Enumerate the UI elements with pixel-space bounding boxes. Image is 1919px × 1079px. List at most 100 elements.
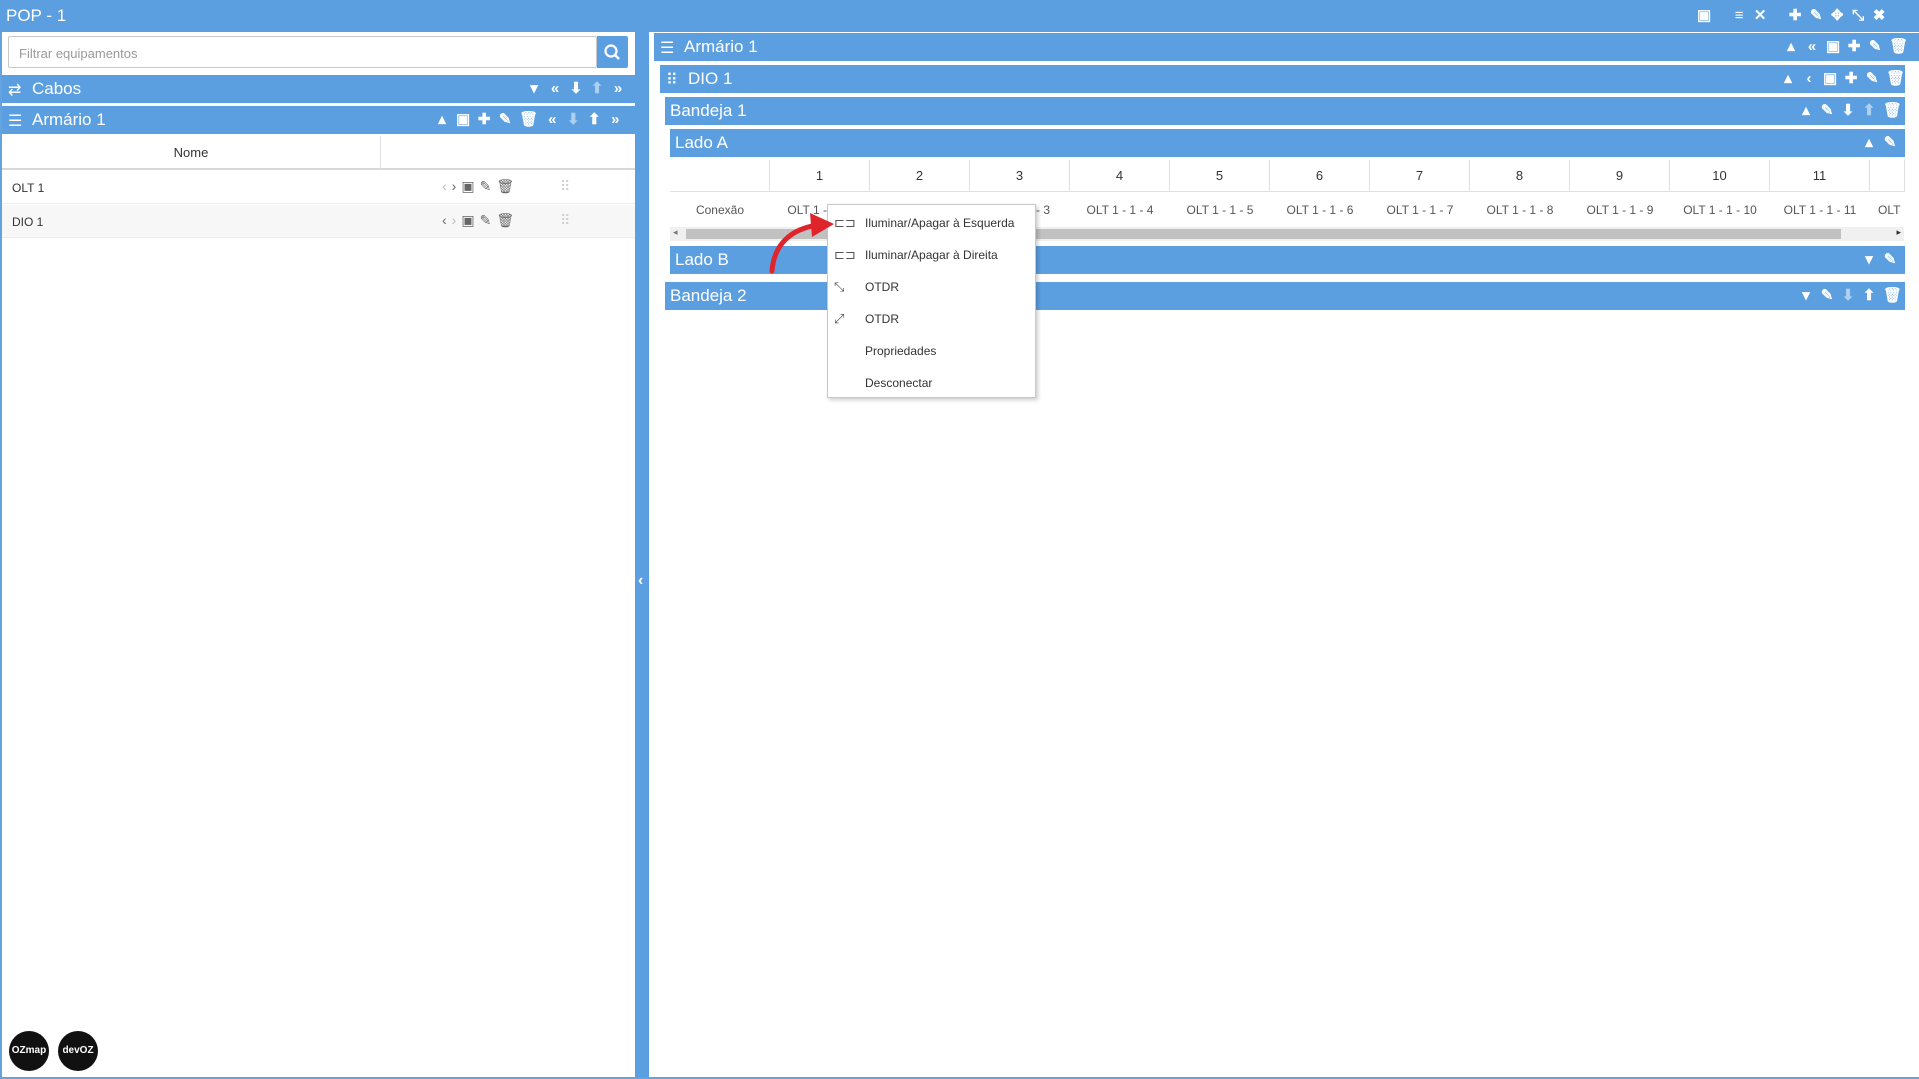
down-icon[interactable]: ⬇ [1841,288,1855,304]
edit-icon[interactable]: ✎ [480,178,492,195]
collapse-left-icon[interactable]: ‹ [638,572,643,590]
lado-a-bar[interactable]: Lado A ▴ ✎ [670,129,1905,157]
table-row[interactable]: OLT 1 ‹ › ▣ ✎ 🗑 ⠿ [2,171,635,204]
column-header: 11 [1770,160,1870,192]
drag-handle-icon[interactable]: ⠿ [560,178,570,195]
search-input[interactable] [17,38,581,68]
prev-icon[interactable]: ‹ [442,212,447,229]
table-header: Nome [2,136,635,170]
image-icon[interactable]: ▣ [461,212,474,229]
collapse-up-icon[interactable]: ▴ [435,112,449,128]
grid-cell[interactable]: OLT 1 - 1 - 8 [1470,196,1570,224]
first-icon[interactable]: « [545,112,559,128]
down-icon[interactable]: ⬇ [566,112,580,128]
prev-icon[interactable]: ‹ [1802,71,1816,87]
edit-icon[interactable]: ✎ [480,212,492,229]
expand-down-icon[interactable]: ▾ [1799,288,1813,304]
add-icon[interactable]: ✚ [1788,8,1802,24]
armario-bar-left[interactable]: ☰ Armário 1 ▴ ▣ ✚ ✎ 🗑 « ⬇ ⬆ » [2,106,635,134]
menu-item-propriedades[interactable]: Propriedades [828,336,1035,366]
close-window-icon[interactable]: ✖ [1872,8,1886,24]
prev-icon[interactable]: ‹ [442,178,447,195]
grid-cell-partial[interactable]: OLT [1870,196,1905,224]
grid-cell[interactable]: OLT 1 - 1 - 7 [1370,196,1470,224]
collapse-up-icon[interactable]: ▴ [1781,71,1795,87]
dropdown-icon[interactable]: ▾ [527,81,541,97]
last-icon[interactable]: » [611,81,625,97]
edit-icon[interactable]: ✎ [1883,135,1897,151]
add-icon[interactable]: ✚ [477,112,491,128]
scroll-right-icon[interactable]: ▸ [1896,227,1901,238]
add-icon[interactable]: ✚ [1844,71,1858,87]
trash-icon[interactable]: 🗑 [1883,103,1902,119]
window-titlebar: POP - 1 ▣ ≡ ✕ ✚ ✎ ✥ ⤡ ✖ [0,0,1919,32]
grid-icon: ⠿ [666,72,678,89]
edit-icon[interactable]: ✎ [1883,252,1897,268]
grid-cell[interactable]: OLT 1 - 1 - 11 [1770,196,1870,224]
next-icon[interactable]: › [452,178,457,195]
collapse-up-icon[interactable]: ▴ [1862,135,1876,151]
up-icon[interactable]: ⬆ [1862,288,1876,304]
next-icon[interactable]: › [452,212,457,229]
edit-icon[interactable]: ✎ [1868,39,1882,55]
first-icon[interactable]: « [548,81,562,97]
list-icon[interactable]: ≡ [1732,8,1746,24]
trash-icon[interactable]: 🗑 [1883,288,1902,304]
image-icon[interactable]: ▣ [456,112,470,128]
trash-icon[interactable]: 🗑 [1889,39,1908,55]
image-icon[interactable]: ▣ [1697,8,1711,24]
trash-icon[interactable]: 🗑 [496,178,514,195]
image-icon[interactable]: ▣ [1826,39,1840,55]
down-icon[interactable]: ⬇ [1841,103,1855,119]
trash-icon[interactable]: 🗑 [496,212,514,229]
down-icon[interactable]: ⬇ [569,81,583,97]
edit-icon[interactable]: ✎ [1820,103,1834,119]
column-header: 1 [770,160,870,192]
grid-cell[interactable]: OLT 1 - 1 - 6 [1270,196,1370,224]
scroll-left-icon[interactable]: ◂ [673,227,678,238]
grid-cell[interactable]: OLT 1 - 1 - 10 [1670,196,1770,224]
first-icon[interactable]: « [1805,39,1819,55]
dio-bar[interactable]: ⠿ DIO 1 ▴ ‹ ▣ ✚ ✎ 🗑 [660,65,1905,93]
image-icon[interactable]: ▣ [1823,71,1837,87]
close-icon[interactable]: ✕ [1753,8,1767,24]
panel-divider[interactable]: ‹ [635,32,649,1077]
grid-cell[interactable]: - 3 [1036,196,1070,224]
up-icon[interactable]: ⬆ [1862,103,1876,119]
menu-item-otdr[interactable]: ⤡ OTDR [828,272,1035,302]
image-icon[interactable]: ▣ [461,178,474,195]
add-icon[interactable]: ✚ [1847,39,1861,55]
table-row[interactable]: DIO 1 ‹ › ▣ ✎ 🗑 ⠿ [2,205,635,238]
menu-item-label: Desconectar [865,376,933,390]
armario-bar-right[interactable]: ☰ Armário 1 ▴ « ▣ ✚ ✎ 🗑 [654,33,1919,61]
collapse-up-icon[interactable]: ▴ [1799,103,1813,119]
grid-cell[interactable]: OLT 1 - 1 - 9 [1570,196,1670,224]
edit-icon[interactable]: ✎ [498,112,512,128]
collapse-up-icon[interactable]: ▴ [1784,39,1798,55]
column-header: 10 [1670,160,1770,192]
up-icon[interactable]: ⬆ [590,81,604,97]
edit-icon[interactable]: ✎ [1865,71,1879,87]
last-icon[interactable]: » [608,112,622,128]
cabos-bar[interactable]: ⇄ Cabos ▾ « ⬇ ⬆ » [2,75,635,103]
move-icon[interactable]: ✥ [1830,8,1844,24]
annotation-arrow-icon [769,213,834,274]
trash-icon[interactable]: 🗑 [519,112,538,128]
menu-item-light-right[interactable]: ⊏⊐ Iluminar/Apagar à Direita [828,240,1035,270]
drag-handle-icon[interactable]: ⠿ [560,212,570,229]
bandeja1-bar[interactable]: Bandeja 1 ▴ ✎ ⬇ ⬆ 🗑 [665,97,1905,125]
edit-icon[interactable]: ✎ [1820,288,1834,304]
column-nome[interactable]: Nome [2,136,381,170]
up-icon[interactable]: ⬆ [587,112,601,128]
search-button[interactable] [597,36,628,68]
grid-cell[interactable]: OLT 1 - 1 - 4 [1070,196,1170,224]
expand-down-icon[interactable]: ▾ [1862,252,1876,268]
menu-item-otdr-reverse[interactable]: ⤢ OTDR [828,304,1035,334]
collapse-icon[interactable]: ⤡ [1851,8,1865,24]
grid-cell[interactable]: OLT 1 - 1 - 5 [1170,196,1270,224]
menu-item-desconectar[interactable]: Desconectar [828,368,1035,398]
menu-item-light-left[interactable]: ⊏⊐ Iluminar/Apagar à Esquerda [828,208,1035,238]
edit-icon[interactable]: ✎ [1809,8,1823,24]
trash-icon[interactable]: 🗑 [1886,71,1905,87]
row-name: OLT 1 [12,181,45,195]
